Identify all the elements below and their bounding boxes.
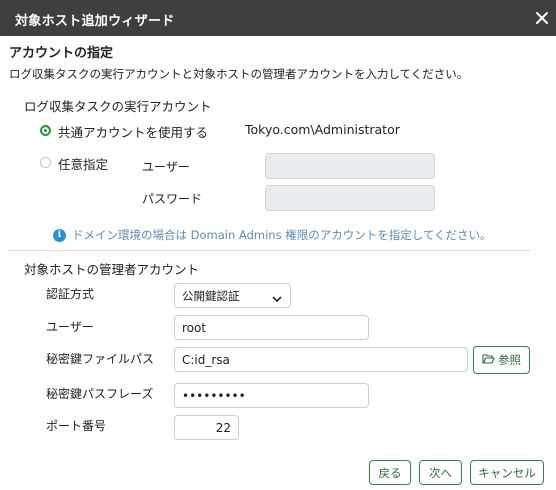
folder-open-icon (482, 353, 495, 367)
auth-method-select[interactable]: 公開鍵認証 (174, 283, 291, 308)
info-text: ドメイン環境の場合は Domain Admins 権限のアカウントを指定してくだ… (72, 228, 492, 242)
exec-account-title: ログ収集タスクの実行アカウント (24, 99, 212, 114)
next-button[interactable]: 次へ (419, 460, 462, 485)
passphrase-input[interactable]: ••••••••• (174, 383, 369, 408)
browse-button-label: 参照 (498, 353, 521, 367)
passphrase-label: 秘密鍵パスフレーズ (46, 387, 154, 401)
window-title: 対象ホスト追加ウィザード (15, 14, 175, 29)
custom-account-label: 任意指定 (58, 157, 109, 172)
admin-account-title: 対象ホストの管理者アカウント (24, 262, 200, 277)
section-title: アカウントの指定 (9, 46, 114, 61)
info-note: i ドメイン環境の場合は Domain Admins 権限のアカウントを指定して… (53, 227, 492, 243)
shared-account-label: 共通アカウントを使用する (58, 125, 209, 140)
keyfile-label: 秘密鍵ファイルパス (46, 352, 155, 366)
cancel-button[interactable]: キャンセル (470, 460, 544, 485)
admin-user-label: ユーザー (46, 320, 94, 334)
port-label: ポート番号 (46, 419, 107, 433)
section-description: ログ収集タスクの実行アカウントと対象ホストの管理者アカウントを入力してください。 (9, 67, 469, 81)
keyfile-input[interactable]: C:id_rsa (174, 347, 468, 372)
admin-user-input[interactable]: root (174, 315, 369, 340)
exec-password-label: パスワード (142, 192, 203, 206)
back-button[interactable]: 戻る (369, 460, 411, 485)
exec-user-label: ユーザー (142, 160, 190, 174)
divider (8, 250, 530, 251)
close-icon[interactable] (531, 7, 553, 29)
browse-button[interactable]: 参照 (473, 346, 530, 374)
auth-method-value: 公開鍵認証 (182, 288, 240, 303)
shared-account-value: Tokyo.com\Administrator (245, 122, 400, 137)
info-icon: i (53, 228, 66, 242)
chevron-down-icon (272, 292, 282, 306)
exec-password-input[interactable] (265, 185, 435, 211)
shared-account-radio[interactable] (40, 125, 51, 136)
custom-account-radio[interactable] (40, 157, 51, 168)
exec-user-input[interactable] (265, 153, 435, 179)
port-input[interactable]: 22 (174, 415, 239, 440)
auth-method-label: 認証方式 (46, 287, 95, 301)
title-bar: 対象ホスト追加ウィザード (0, 0, 556, 36)
